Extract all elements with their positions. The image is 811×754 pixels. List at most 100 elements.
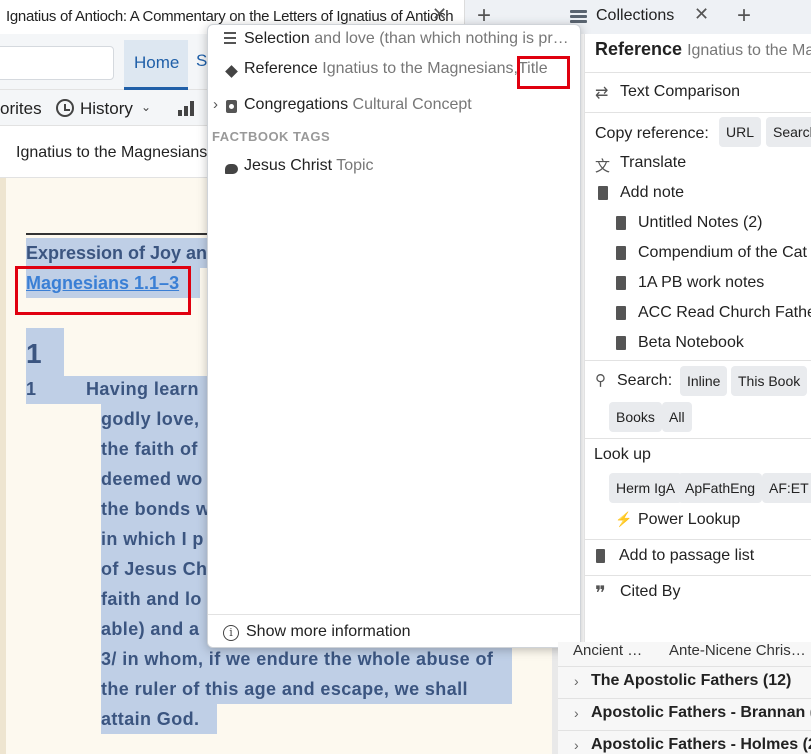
divider: [585, 360, 811, 361]
add-note-button[interactable]: Add note: [620, 184, 684, 202]
collections-tab[interactable]: Collections ✕: [558, 0, 726, 34]
tab-home-label: Home: [134, 53, 180, 72]
chevron-right-icon[interactable]: ›: [574, 673, 579, 689]
panel-reference-label: Reference: [595, 39, 683, 59]
divider: [585, 575, 811, 576]
search-input[interactable]: [0, 46, 114, 80]
history-button[interactable]: History: [80, 99, 133, 119]
menu-item-reference-type: Title: [517, 60, 548, 77]
lookup-label: Look up: [594, 446, 651, 463]
collection-item[interactable]: › Apostolic Fathers - Holmes (2: [558, 730, 811, 754]
chapter-number: 1: [26, 338, 42, 369]
notebook-icon: [614, 336, 626, 350]
collection-item-label: The Apostolic Fathers (12): [591, 672, 792, 689]
lookup-chip[interactable]: ApFathEng: [678, 473, 763, 503]
copy-url-chip[interactable]: URL: [719, 117, 762, 147]
collection-item-label: Apostolic Fathers - Brannan (2: [591, 704, 811, 721]
add-to-passage-list-button[interactable]: Add to passage list: [619, 547, 754, 565]
chevron-down-icon[interactable]: ⌄: [141, 100, 151, 114]
menu-item-reference[interactable]: Reference Ignatius to the Magnesians,Tit…: [208, 55, 580, 85]
text-comparison-button[interactable]: Text Comparison: [620, 83, 740, 101]
tab-next[interactable]: S: [196, 51, 207, 71]
menu-item-reference-label: Reference: [244, 60, 318, 77]
chevron-right-icon[interactable]: ›: [574, 737, 579, 753]
notebook-icon: [614, 276, 626, 290]
verse-text-line: 3/ in whom, if we endure the whole abuse…: [101, 649, 494, 669]
concept-icon: [226, 100, 237, 113]
collections-tab-title: Collections: [596, 7, 675, 24]
lookup-chip[interactable]: AF:ET: [762, 473, 811, 503]
passage-list-icon: [594, 549, 605, 563]
collection-item-label: Apostolic Fathers - Holmes (2: [591, 736, 811, 753]
topic-bubble-icon: [225, 164, 238, 174]
search-label: Search:: [617, 372, 673, 389]
menu-item-jesus-detail: Topic: [336, 157, 374, 174]
collections-column-head: Ancient …: [573, 642, 643, 659]
notebook-item[interactable]: 1A PB work notes: [638, 274, 764, 292]
translate-icon: 文: [595, 158, 611, 175]
verse-text-line: the bonds w: [101, 499, 211, 519]
search-inline-chip[interactable]: Inline: [680, 366, 728, 396]
tab-home[interactable]: Home: [124, 40, 188, 90]
verse-text-line: attain God.: [101, 709, 200, 729]
text-lines-icon: [224, 32, 236, 45]
compare-icon: ⇄: [595, 85, 609, 102]
notebook-item[interactable]: ACC Read Church Father: [638, 304, 811, 322]
power-lookup-button[interactable]: Power Lookup: [638, 511, 740, 529]
verse-text-line: Having learn: [86, 379, 199, 399]
menu-item-congregations[interactable]: › Congregations Cultural Concept: [208, 91, 580, 121]
section-title: Expression of Joy an: [26, 243, 208, 263]
divider: [585, 72, 811, 73]
info-icon: i: [223, 625, 239, 641]
copy-search-chip[interactable]: Search: [766, 117, 811, 147]
divider: [585, 112, 811, 113]
history-icon[interactable]: [56, 99, 74, 117]
show-more-information-button[interactable]: i Show more information: [208, 614, 580, 647]
notebook-item[interactable]: Beta Notebook: [638, 334, 744, 352]
copy-reference-label: Copy reference:: [595, 125, 709, 142]
search-this-book-chip[interactable]: This Book: [731, 366, 808, 396]
section-reference-link[interactable]: Magnesians 1.1–3: [26, 273, 179, 294]
power-lookup-icon: ⚡: [615, 511, 633, 527]
notebook-item[interactable]: Compendium of the Cat: [638, 244, 807, 262]
search-all-chip[interactable]: All: [662, 402, 692, 432]
chart-icon[interactable]: [178, 101, 194, 116]
favorites-button[interactable]: orites: [0, 99, 42, 119]
lookup-chip[interactable]: Herm IgA: [609, 473, 683, 503]
chevron-right-icon[interactable]: ›: [213, 96, 218, 113]
verse-number: 1: [26, 379, 37, 399]
collections-list: Ancient … Ante-Nicene Chris… › The Apost…: [558, 642, 811, 754]
menu-item-congregations-detail: Cultural Concept: [352, 96, 472, 113]
close-tab-icon[interactable]: ✕: [432, 4, 447, 25]
show-more-information-label: Show more information: [246, 623, 411, 640]
notebook-icon: [614, 306, 626, 320]
panel-reference-header: Reference Ignatius to the Ma: [595, 39, 811, 60]
book-title[interactable]: Ignatius to the Magnesians: [16, 144, 207, 162]
translate-button[interactable]: Translate: [620, 154, 686, 172]
collections-icon: [570, 10, 587, 24]
cited-by-button[interactable]: Cited By: [620, 583, 680, 601]
close-collections-tab-icon[interactable]: ✕: [694, 4, 709, 25]
verse-text-line: godly love,: [101, 409, 200, 429]
reader-margin: [0, 178, 6, 754]
add-panel-tab-icon[interactable]: +: [737, 2, 751, 30]
notebook-item[interactable]: Untitled Notes (2): [638, 214, 763, 232]
collections-column-head: Ante-Nicene Chris…: [669, 642, 806, 659]
menu-item-congregations-label: Congregations: [244, 96, 349, 113]
context-panel: Reference Ignatius to the Ma ⇄ Text Comp…: [584, 34, 811, 642]
verse-text-line: the ruler of this age and escape, we sha…: [101, 679, 468, 699]
verse-text-line: able) and a: [101, 619, 200, 639]
verse-text-line: faith and lo: [101, 589, 202, 609]
collection-item[interactable]: › The Apostolic Fathers (12): [558, 666, 811, 698]
menu-item-selection[interactable]: Selection and love (than which nothing i…: [208, 25, 580, 55]
menu-item-jesus-label: Jesus Christ: [244, 157, 333, 174]
document-tab-title: Ignatius of Antioch: A Commentary on the…: [6, 8, 454, 25]
notebook-icon: [614, 246, 626, 260]
divider: [585, 438, 811, 439]
add-note-icon: [596, 186, 608, 200]
search-books-chip[interactable]: Books: [609, 402, 662, 432]
collection-item[interactable]: › Apostolic Fathers - Brannan (2: [558, 698, 811, 730]
reference-diamond-icon: [225, 65, 238, 78]
menu-item-jesus-christ[interactable]: Jesus Christ Topic: [208, 152, 580, 182]
chevron-right-icon[interactable]: ›: [574, 705, 579, 721]
